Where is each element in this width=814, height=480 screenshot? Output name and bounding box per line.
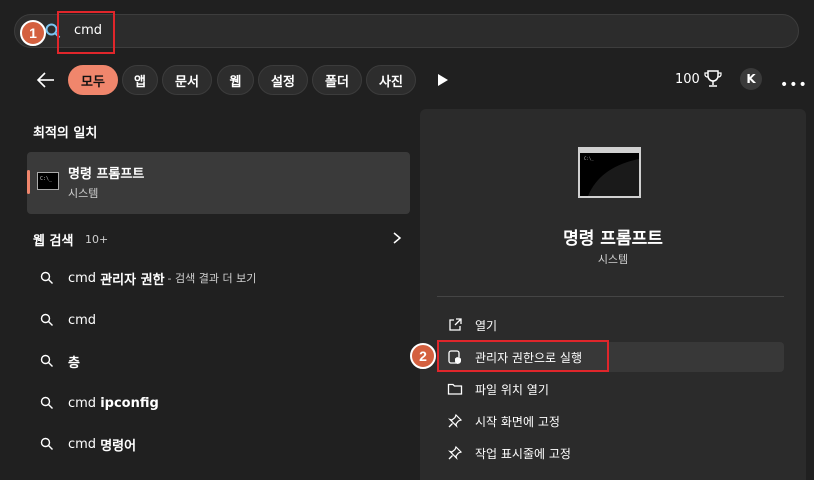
best-match-name: 명령 프롬프트 bbox=[68, 167, 145, 182]
chevron-right-icon[interactable] bbox=[392, 231, 402, 245]
search-icon bbox=[40, 396, 53, 409]
search-icon bbox=[40, 437, 53, 450]
step-badge-1: 1 bbox=[20, 20, 46, 46]
pin-icon bbox=[448, 413, 463, 428]
more-options-icon[interactable]: ••• bbox=[780, 77, 808, 93]
result-bold: ipconfig bbox=[100, 395, 159, 411]
cmd-glyph-icon: C:\_ bbox=[40, 176, 53, 182]
action-pin-to-start[interactable]: 시작 화면에 고정 bbox=[437, 406, 784, 436]
rewards-points: 100 bbox=[675, 72, 700, 87]
result-suffix: - 검색 결과 더 보기 bbox=[167, 272, 257, 285]
web-result-row[interactable]: cmd 관리자 권한 - 검색 결과 더 보기 bbox=[40, 267, 256, 289]
cmd-window-icon: C:\_ bbox=[580, 149, 639, 196]
result-prefix: cmd bbox=[68, 312, 97, 328]
avatar[interactable]: K bbox=[740, 68, 762, 90]
folder-icon bbox=[447, 383, 463, 395]
action-label: 작업 표시줄에 고정 bbox=[475, 446, 571, 461]
result-prefix: cmd bbox=[68, 436, 101, 452]
tab-apps[interactable]: 앱 bbox=[122, 65, 158, 95]
trophy-icon[interactable] bbox=[704, 69, 722, 89]
best-match-card[interactable] bbox=[27, 152, 410, 214]
result-bold: 층 bbox=[68, 355, 80, 371]
action-label: 열기 bbox=[475, 318, 498, 333]
tab-web[interactable]: 웹 bbox=[217, 65, 254, 95]
result-prefix: cmd bbox=[68, 395, 101, 411]
tab-documents[interactable]: 문서 bbox=[162, 65, 212, 95]
action-open[interactable]: 열기 bbox=[437, 310, 784, 340]
action-label: 파일 위치 열기 bbox=[475, 382, 549, 397]
detail-app-category: 시스템 bbox=[597, 253, 629, 266]
web-search-count: 10+ bbox=[85, 233, 109, 246]
open-external-icon bbox=[449, 318, 462, 331]
tab-settings[interactable]: 설정 bbox=[258, 65, 308, 95]
search-bar[interactable] bbox=[14, 14, 799, 48]
command-prompt-icon: C:\_ bbox=[37, 172, 59, 190]
web-result-row[interactable]: cmd bbox=[40, 309, 96, 331]
tab-photos[interactable]: 사진 bbox=[366, 65, 416, 95]
action-label: 시작 화면에 고정 bbox=[475, 414, 560, 429]
detail-app-title: 명령 프롬프트 bbox=[563, 229, 663, 249]
svg-text:C:\_: C:\_ bbox=[40, 176, 53, 182]
search-icon bbox=[40, 271, 53, 284]
back-arrow-icon[interactable] bbox=[34, 68, 58, 92]
svg-text:C:\_: C:\_ bbox=[584, 156, 594, 161]
web-search-heading: 웹 검색 bbox=[33, 234, 74, 249]
best-match-category: 시스템 bbox=[68, 187, 99, 200]
pin-icon bbox=[448, 445, 463, 460]
action-open-file-location[interactable]: 파일 위치 열기 bbox=[437, 374, 784, 404]
divider bbox=[437, 296, 784, 297]
web-result-row[interactable]: cmd 명령어 bbox=[40, 433, 136, 455]
step-badge-2: 2 bbox=[410, 343, 436, 369]
web-result-row[interactable]: 층 bbox=[40, 350, 80, 372]
result-bold: 관리자 권한 bbox=[100, 272, 165, 288]
result-bold: 명령어 bbox=[100, 438, 137, 454]
highlight-box-search bbox=[57, 11, 115, 54]
highlight-box-admin bbox=[437, 340, 609, 372]
selection-accent bbox=[27, 170, 30, 194]
best-match-heading: 최적의 일치 bbox=[33, 126, 98, 141]
tab-all[interactable]: 모두 bbox=[68, 65, 118, 95]
command-prompt-large-icon: C:\_ bbox=[578, 147, 641, 198]
search-icon bbox=[40, 354, 53, 367]
action-pin-to-taskbar[interactable]: 작업 표시줄에 고정 bbox=[437, 438, 784, 468]
search-icon bbox=[40, 313, 53, 326]
tab-folders[interactable]: 폴더 bbox=[312, 65, 362, 95]
web-result-row[interactable]: cmd ipconfig bbox=[40, 392, 159, 414]
result-prefix: cmd bbox=[68, 270, 101, 286]
play-icon[interactable] bbox=[436, 72, 450, 88]
